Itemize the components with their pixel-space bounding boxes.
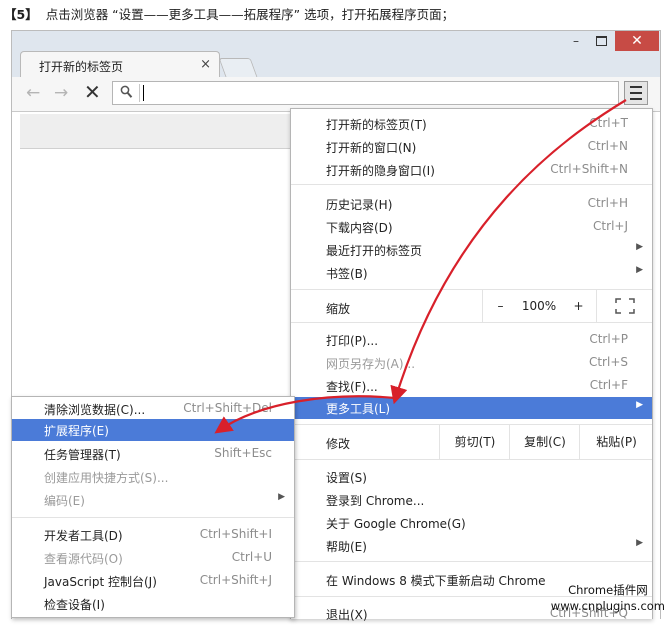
watermark-line1: Chrome插件网 xyxy=(568,583,648,597)
annotation-arrows xyxy=(214,99,627,434)
watermark: Chrome插件网 www.cnplugins.com xyxy=(551,582,665,614)
watermark-line2: www.cnplugins.com xyxy=(550,599,665,613)
arrow-menu-to-more-tools xyxy=(390,99,627,405)
arrow-more-tools-to-extensions xyxy=(214,395,396,434)
